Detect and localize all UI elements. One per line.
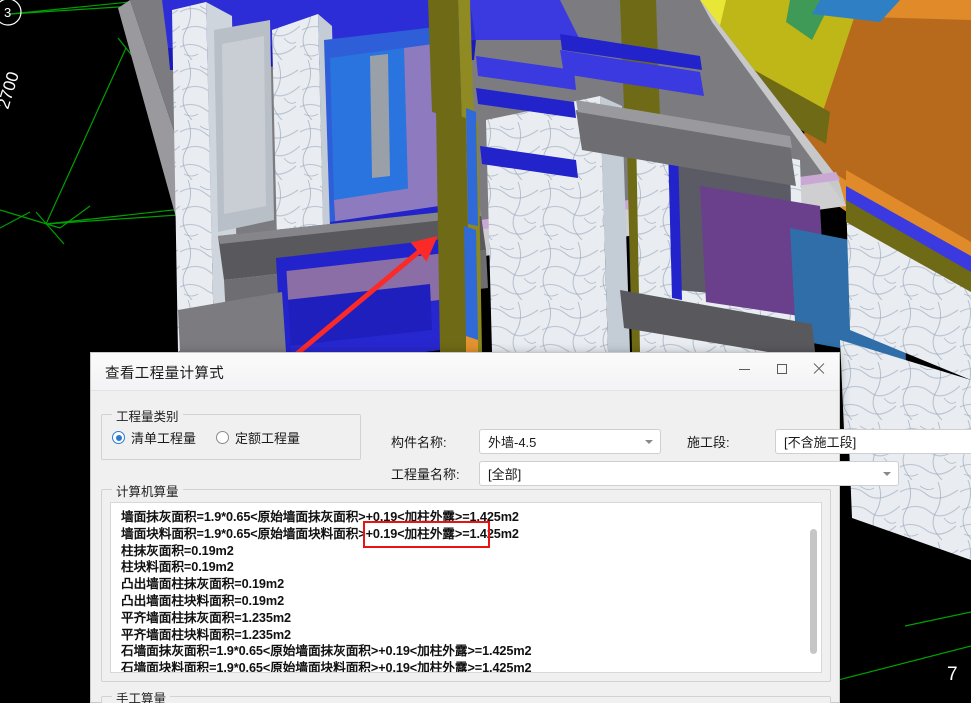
minimize-icon bbox=[739, 368, 750, 370]
component-name-value: 外墙-4.5 bbox=[488, 435, 537, 450]
component-name-row: 构件名称: 外墙-4.5 施工段: [不含施工段] bbox=[391, 429, 971, 454]
formula-scrollbar[interactable] bbox=[808, 507, 819, 668]
formula-line[interactable]: 柱块料面积=0.19m2 bbox=[121, 559, 811, 576]
radio-bill-quantity[interactable]: 清单工程量 bbox=[112, 428, 196, 447]
quantity-formula-dialog[interactable]: 查看工程量计算式 工程量类别 清单工程量 定额工程量 构件名称: 外墙-4.5 … bbox=[90, 352, 971, 703]
maximize-icon bbox=[776, 364, 787, 374]
quantity-category-radio-group: 清单工程量 定额工程量 bbox=[112, 428, 300, 447]
dialog-title: 查看工程量计算式 bbox=[105, 366, 225, 382]
construction-segment-select[interactable]: [不含施工段] bbox=[775, 429, 971, 454]
quantity-name-select[interactable]: [全部] bbox=[479, 461, 899, 486]
quantity-name-value: [全部] bbox=[488, 467, 522, 482]
radio-selected-icon bbox=[112, 431, 125, 444]
manual-calculation-group: 手工算量 bbox=[101, 688, 831, 703]
construction-segment-value: [不含施工段] bbox=[784, 435, 857, 450]
close-icon bbox=[813, 363, 825, 375]
dialog-body: 工程量类别 清单工程量 定额工程量 构件名称: 外墙-4.5 施工段: [不含施… bbox=[91, 391, 971, 703]
computer-calculation-legend: 计算机算量 bbox=[112, 481, 183, 500]
formula-line[interactable]: 墙面块料面积=1.9*0.65<原始墙面块料面积>+0.19<加柱外露>=1.4… bbox=[121, 526, 811, 543]
formula-line[interactable]: 石墙面块料面积=1.9*0.65<原始墙面块料面积>+0.19<加柱外露>=1.… bbox=[121, 660, 811, 672]
formula-line[interactable]: 平齐墙面柱块料面积=1.235m2 bbox=[121, 627, 811, 644]
radio-unselected-icon bbox=[216, 431, 230, 444]
minimize-button[interactable] bbox=[726, 353, 763, 385]
close-button[interactable] bbox=[800, 353, 837, 385]
construction-segment-label: 施工段: bbox=[687, 435, 730, 450]
radio-norm-quantity-label: 定额工程量 bbox=[235, 431, 301, 446]
formula-line[interactable]: 石墙面抹灰面积=1.9*0.65<原始墙面抹灰面积>+0.19<加柱外露>=1.… bbox=[121, 643, 811, 660]
dialog-titlebar[interactable]: 查看工程量计算式 bbox=[91, 353, 839, 391]
chevron-down-icon bbox=[883, 471, 891, 476]
component-name-label: 构件名称: bbox=[391, 435, 447, 450]
dimension-label-right: 7 bbox=[947, 664, 958, 685]
formula-line-container: 墙面抹灰面积=1.9*0.65<原始墙面抹灰面积>+0.19<加柱外露>=1.4… bbox=[111, 503, 821, 672]
radio-norm-quantity[interactable]: 定额工程量 bbox=[216, 428, 300, 447]
component-name-select[interactable]: 外墙-4.5 bbox=[479, 429, 661, 454]
quantity-name-label: 工程量名称: bbox=[391, 467, 460, 482]
formula-line[interactable]: 凸出墙面柱抹灰面积=0.19m2 bbox=[121, 576, 811, 593]
formula-line[interactable]: 凸出墙面柱块料面积=0.19m2 bbox=[121, 593, 811, 610]
screen: 3 2700 7 查看工程量计算式 工程量类别 清单工程量 定额工程量 构件名称… bbox=[0, 0, 971, 703]
formula-line[interactable]: 墙面抹灰面积=1.9*0.65<原始墙面抹灰面积>+0.19<加柱外露>=1.4… bbox=[121, 509, 811, 526]
quantity-name-row: 工程量名称: [全部] bbox=[391, 461, 899, 486]
grid-marker-label: 3 bbox=[4, 5, 11, 20]
formula-line[interactable]: 平齐墙面柱抹灰面积=1.235m2 bbox=[121, 610, 811, 627]
scrollbar-thumb[interactable] bbox=[810, 529, 817, 654]
computer-calculation-group: 计算机算量 墙面抹灰面积=1.9*0.65<原始墙面抹灰面积>+0.19<加柱外… bbox=[101, 481, 831, 682]
formula-line[interactable]: 柱抹灰面积=0.19m2 bbox=[121, 543, 811, 560]
manual-calculation-legend: 手工算量 bbox=[112, 688, 171, 703]
radio-bill-quantity-label: 清单工程量 bbox=[131, 431, 197, 446]
chevron-down-icon bbox=[645, 439, 653, 444]
quantity-category-legend: 工程量类别 bbox=[112, 406, 183, 425]
quantity-category-group: 工程量类别 清单工程量 定额工程量 bbox=[101, 406, 361, 460]
window-controls bbox=[726, 353, 837, 391]
formula-listbox[interactable]: 墙面抹灰面积=1.9*0.65<原始墙面抹灰面积>+0.19<加柱外露>=1.4… bbox=[110, 502, 822, 673]
maximize-button[interactable] bbox=[763, 353, 800, 385]
